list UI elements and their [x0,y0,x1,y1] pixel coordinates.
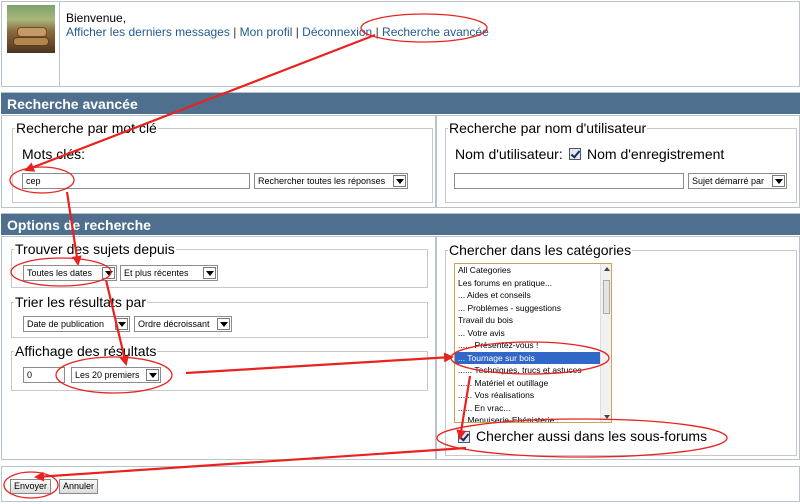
link-separator: | [295,25,299,39]
category-option[interactable]: ... Aides et conseils [455,289,611,302]
chevron-down-icon [115,318,128,330]
chevron-down-icon [102,267,115,279]
results-count-value: Les 20 premiers [75,370,140,380]
advanced-search-title: Recherche avancée [1,92,800,114]
advanced-search-link[interactable]: Recherche avancée [382,25,489,39]
exact-name-label: Nom d'enregistrement [587,146,725,162]
search-mode-select[interactable]: Rechercher toutes les réponses [254,173,408,189]
category-option[interactable]: Les forums en pratique... [455,277,611,290]
category-option[interactable]: All Categories [455,264,611,277]
submit-button[interactable]: Envoyer [10,479,52,494]
avatar-log-shape [17,27,47,37]
chevron-down-icon [146,369,159,381]
cancel-button[interactable]: Annuler [59,479,99,494]
category-option[interactable]: ...... En vrac... [455,402,611,415]
username-input[interactable] [454,173,684,189]
category-option[interactable]: ... Votre avis [455,327,611,340]
greeting-text: Bienvenue, [66,11,127,25]
keywords-input[interactable]: cep [22,173,250,189]
chevron-down-icon [203,267,216,279]
welcome-panel: Bienvenue, Afficher les derniers message… [1,1,800,87]
find-since-legend: Trouver des sujets depuis [15,241,175,257]
direction-select[interactable]: Et plus récentes [120,265,218,281]
search-mode-value: Rechercher toutes les réponses [258,176,386,186]
avatar-cell [2,2,60,86]
category-option[interactable]: Travail du bois [455,314,611,327]
category-option[interactable]: ... Menuiserie-Ebénisterie [455,414,611,422]
period-value: Toutes les dates [27,268,93,278]
scroll-down-icon[interactable] [604,415,610,419]
username-scope-select[interactable]: Sujet démarré par [688,173,787,189]
profile-link[interactable]: Mon profil [240,25,293,39]
scroll-thumb[interactable] [603,280,610,314]
exact-name-checkbox[interactable] [569,148,581,160]
username-legend: Recherche par nom d'utilisateur [449,120,647,136]
chevron-down-icon [217,318,230,330]
avatar-log-shape [13,37,49,46]
link-separator: | [233,25,237,39]
sort-field-select[interactable]: Date de publication [23,316,130,332]
avatar[interactable] [7,5,55,53]
keywords-label: Mots clés: [22,146,86,162]
search-options-title: Options de recherche [1,213,800,235]
sort-order-value: Ordre décroissant [138,319,210,329]
logout-link[interactable]: Déconnexion [302,25,372,39]
results-offset-input[interactable]: 0 [23,367,65,383]
scroll-up-icon[interactable] [604,267,610,271]
sort-legend: Trier les résultats par [15,294,146,310]
user-links: Afficher les derniers messages | Mon pro… [66,25,489,39]
link-separator: | [375,25,379,39]
latest-messages-link[interactable]: Afficher les derniers messages [66,25,230,39]
chevron-down-icon [393,175,406,187]
subforums-label: Chercher aussi dans les sous-forums [476,428,708,444]
sort-order-select[interactable]: Ordre décroissant [134,316,232,332]
categories-listbox[interactable]: All Categories Les forums en pratique....… [454,263,612,423]
categories-options: All Categories Les forums en pratique....… [455,264,611,422]
chevron-down-icon [772,175,785,187]
keyword-legend: Recherche par mot clé [16,120,157,136]
category-option[interactable]: ...... Techniques, trucs et astuces [455,364,611,377]
listbox-scrollbar[interactable] [600,264,611,422]
results-count-select[interactable]: Les 20 premiers [71,367,161,383]
display-legend: Affichage des résultats [15,343,157,359]
username-scope-value: Sujet démarré par [692,176,765,186]
categories-legend: Chercher dans les catégories [449,242,632,258]
sort-field-value: Date de publication [27,319,105,329]
actions-bar [1,466,800,502]
category-option[interactable]: ... Tournage sur bois [455,351,611,364]
category-option[interactable]: ...... Matériel et outillage [455,377,611,390]
category-option[interactable]: ...... Vos réalisations [455,389,611,402]
direction-value: Et plus récentes [124,268,189,278]
category-option[interactable]: ... Problèmes - suggestions [455,302,611,315]
period-select[interactable]: Toutes les dates [23,265,117,281]
username-label: Nom d'utilisateur: [455,146,563,162]
subforums-checkbox[interactable] [458,431,470,443]
category-option[interactable]: ...... Présentez-vous ! [455,339,611,352]
